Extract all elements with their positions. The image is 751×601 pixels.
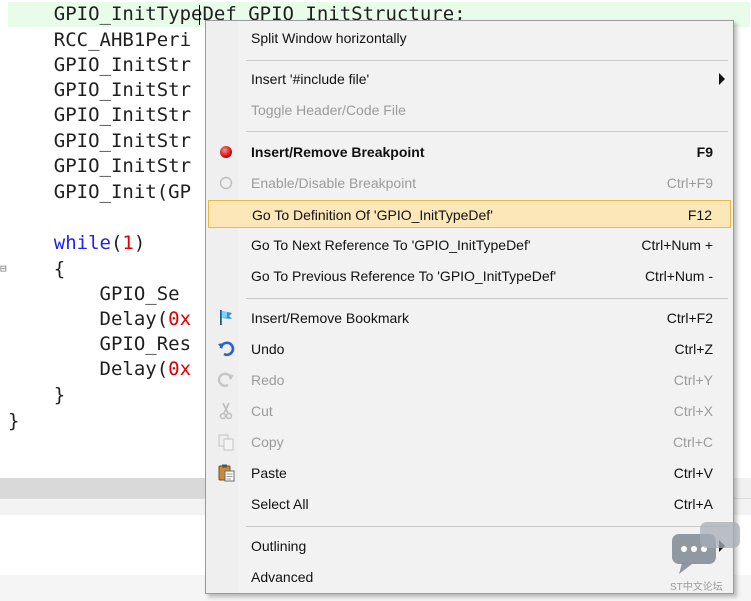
menu-item-toggle-header[interactable]: Toggle Header/Code File (208, 96, 731, 124)
breakpoint-toggle-icon (216, 173, 236, 193)
menu-item-advanced[interactable]: Advanced (208, 563, 731, 591)
code-text: { (53, 258, 66, 280)
menu-item-split-window[interactable]: Split Window horizontally (208, 24, 731, 52)
menu-item-shortcut: Ctrl+A (673, 496, 713, 512)
undo-icon (216, 339, 236, 359)
menu-item-copy[interactable]: Copy Ctrl+C (208, 428, 731, 456)
menu-item-label: Outlining (251, 538, 307, 554)
code-line-17[interactable]: } (8, 409, 19, 434)
chat-bubble-icon (672, 522, 740, 574)
menu-item-go-to-previous-reference[interactable]: Go To Previous Reference To 'GPIO_InitTy… (208, 262, 731, 290)
menu-item-redo[interactable]: Redo Ctrl+Y (208, 366, 731, 394)
menu-item-shortcut: Ctrl+V (673, 465, 713, 481)
code-line-15[interactable]: Delay(0x (8, 357, 192, 382)
menu-item-label: Insert '#include file' (251, 71, 370, 87)
code-line-8[interactable]: GPIO_Init(GP (8, 180, 191, 205)
code-text: Delay( (99, 308, 169, 330)
code-text: } (53, 384, 66, 406)
menu-item-label: Paste (251, 465, 287, 481)
code-line-11[interactable]: { (8, 257, 65, 282)
scissors-icon (216, 401, 236, 421)
code-text: GPIO_InitStr (53, 130, 192, 152)
menu-item-label: Select All (251, 496, 309, 512)
code-line-2[interactable]: RCC_AHB1Peri (8, 28, 191, 53)
menu-item-label: Toggle Header/Code File (251, 102, 406, 118)
menu-separator (246, 526, 728, 527)
menu-item-shortcut: Ctrl+X (673, 403, 713, 419)
code-line-4[interactable]: GPIO_InitStr (8, 78, 191, 103)
forum-watermark: ST中文论坛 (670, 520, 742, 594)
code-line-13[interactable]: Delay(0x (8, 307, 192, 332)
menu-item-shortcut: F9 (696, 144, 713, 160)
code-text: RCC_AHB1Peri (53, 29, 192, 51)
menu-item-select-all[interactable]: Select All Ctrl+A (208, 490, 731, 518)
menu-item-enable-disable-breakpoint[interactable]: Enable/Disable Breakpoint Ctrl+F9 (208, 169, 731, 197)
watermark-text: ST中文论坛 (670, 582, 723, 593)
menu-item-shortcut: Ctrl+F9 (666, 175, 713, 191)
menu-item-shortcut: Ctrl+C (672, 434, 713, 450)
breakpoint-icon (216, 142, 236, 162)
code-line-12[interactable]: GPIO_Se (8, 282, 180, 307)
number-literal: 0x (168, 358, 192, 380)
text-caret (199, 5, 200, 25)
menu-item-label: Advanced (251, 569, 314, 585)
code-text: GPIO_Se (99, 283, 180, 305)
code-line-3[interactable]: GPIO_InitStr (8, 53, 191, 78)
menu-separator (246, 60, 728, 61)
submenu-arrow-icon (719, 73, 725, 85)
code-text: } (8, 410, 20, 432)
scrollbar-thumb[interactable] (0, 478, 212, 498)
menu-item-label: Copy (251, 434, 284, 450)
menu-item-insert-include[interactable]: Insert '#include file' (208, 65, 731, 93)
menu-item-label: Undo (251, 341, 285, 357)
menu-item-shortcut: Ctrl+Y (673, 372, 713, 388)
menu-item-label: Go To Previous Reference To 'GPIO_InitTy… (251, 268, 557, 284)
menu-item-label: Go To Definition Of 'GPIO_InitTypeDef' (252, 207, 493, 223)
code-text: GPIO_InitStr (53, 79, 192, 101)
menu-item-outlining[interactable]: Outlining (208, 532, 731, 560)
menu-item-paste[interactable]: Paste Ctrl+V (208, 459, 731, 487)
menu-item-cut[interactable]: Cut Ctrl+X (208, 397, 731, 425)
menu-item-insert-remove-bookmark[interactable]: Insert/Remove Bookmark Ctrl+F2 (208, 304, 731, 332)
redo-icon (216, 370, 236, 390)
menu-item-shortcut: Ctrl+Num + (641, 237, 713, 253)
code-text: GPIO_Init(GP (53, 181, 192, 203)
code-line-6[interactable]: GPIO_InitStr (8, 129, 191, 154)
code-text: GPIO_InitStr (53, 155, 192, 177)
menu-item-label: Redo (251, 372, 285, 388)
keyword-while: while (53, 232, 111, 254)
menu-separator (246, 131, 728, 132)
menu-item-label: Insert/Remove Bookmark (251, 310, 409, 326)
code-line-14[interactable]: GPIO_Res (8, 332, 192, 357)
menu-item-shortcut: Ctrl+F2 (666, 310, 713, 326)
menu-item-undo[interactable]: Undo Ctrl+Z (208, 335, 731, 363)
number-literal: 0x (168, 308, 192, 330)
menu-item-go-to-next-reference[interactable]: Go To Next Reference To 'GPIO_InitTypeDe… (208, 231, 731, 259)
code-text: GPIO_InitStr (53, 54, 192, 76)
code-line-7[interactable]: GPIO_InitStr (8, 154, 191, 179)
menu-item-shortcut: Ctrl+Num - (644, 268, 713, 284)
code-line-10[interactable]: while(1) (8, 231, 146, 256)
fold-marker-icon[interactable]: ⊟ (0, 262, 8, 276)
code-text: GPIO_Res (99, 333, 192, 355)
menu-item-shortcut: F12 (687, 207, 712, 223)
number-literal: 1 (122, 232, 134, 254)
context-menu: Split Window horizontally Insert '#inclu… (205, 20, 734, 594)
code-text: GPIO_InitStr (53, 104, 192, 126)
menu-item-label: Cut (251, 403, 273, 419)
menu-item-label: Go To Next Reference To 'GPIO_InitTypeDe… (251, 237, 531, 253)
menu-item-label: Insert/Remove Breakpoint (251, 144, 425, 160)
menu-item-label: Split Window horizontally (251, 30, 407, 46)
code-text: Delay( (99, 358, 169, 380)
menu-item-shortcut: Ctrl+Z (674, 341, 714, 357)
copy-icon (216, 432, 236, 452)
menu-item-go-to-definition[interactable]: Go To Definition Of 'GPIO_InitTypeDef' F… (208, 200, 731, 228)
menu-item-insert-remove-breakpoint[interactable]: Insert/Remove Breakpoint F9 (208, 138, 731, 166)
bookmark-flag-icon (216, 308, 236, 328)
paste-icon (216, 463, 236, 483)
menu-separator (246, 298, 728, 299)
menu-item-label: Enable/Disable Breakpoint (251, 175, 416, 191)
code-line-16[interactable]: } (8, 383, 65, 408)
code-line-5[interactable]: GPIO_InitStr (8, 103, 191, 128)
